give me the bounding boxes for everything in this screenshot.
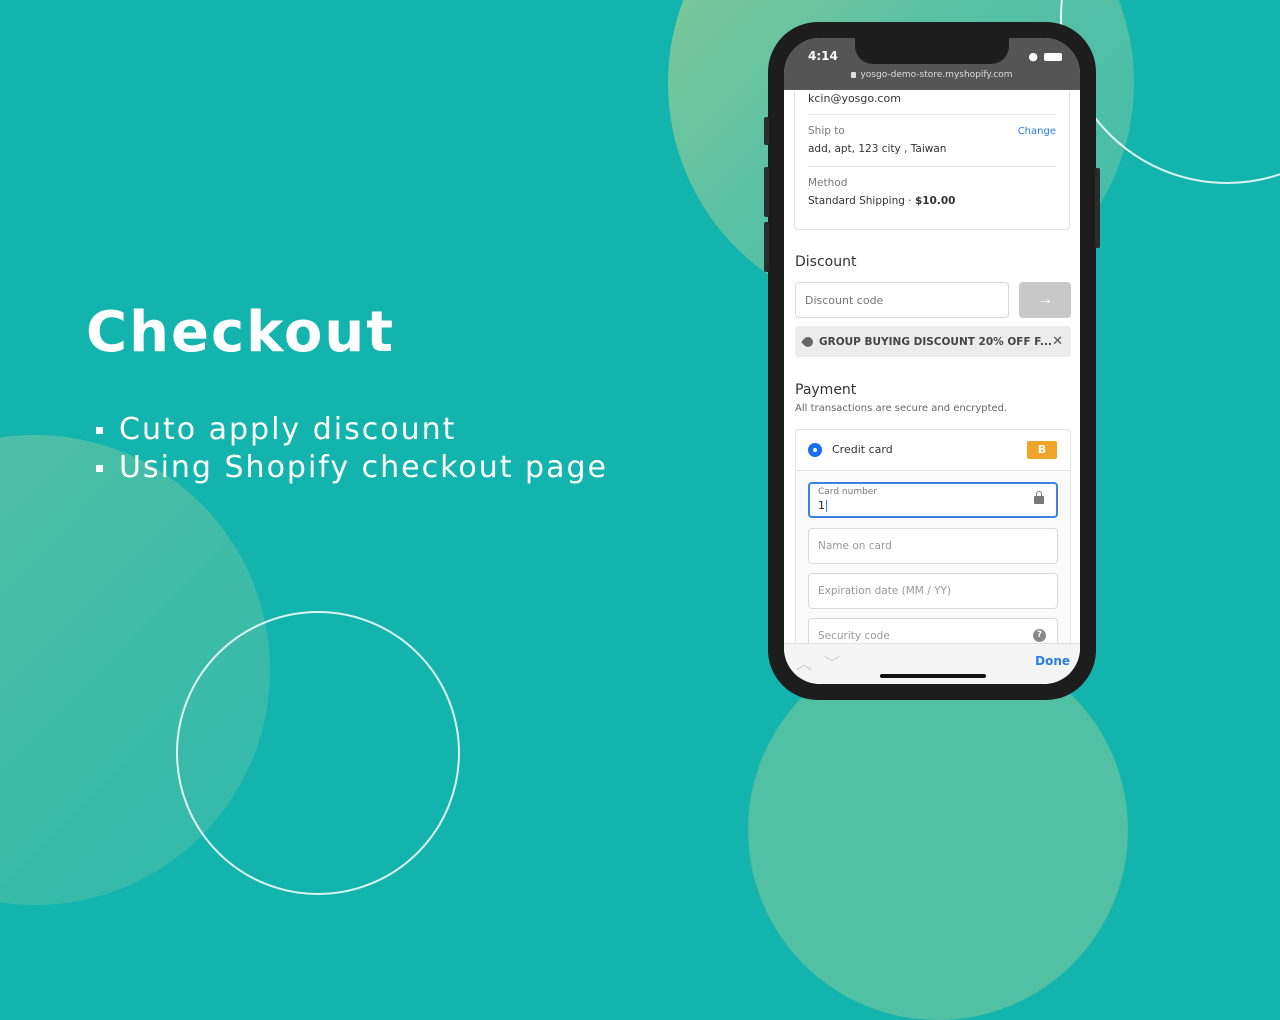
keyboard-accessory-bar: ︿ ﹀ Done (784, 643, 1080, 684)
decor-ring-bottom (176, 611, 460, 895)
method-label: Method (808, 177, 848, 189)
wifi-icon: ● (1028, 50, 1038, 63)
close-icon[interactable]: ✕ (1052, 334, 1063, 349)
applied-discount-code: GROUP BUYING DISCOUNT 20% OFF F... (819, 335, 1052, 348)
payment-title: Payment (795, 382, 857, 398)
tag-icon (800, 334, 816, 349)
phone-mockup: 4:14 ● yosgo-demo-store.myshopify.com kc… (764, 22, 1100, 700)
home-indicator (880, 674, 986, 678)
chevron-up-icon[interactable]: ︿ (796, 650, 812, 674)
arrow-right-icon: → (1037, 291, 1053, 308)
change-address-link[interactable]: Change (1018, 126, 1056, 137)
checkout-content: kcin@yosgo.com Ship to Change add, apt, … (784, 80, 1080, 684)
card-number-field[interactable]: Card number 1 (808, 482, 1058, 518)
lock-icon (851, 71, 857, 78)
applied-discount-tag: GROUP BUYING DISCOUNT 20% OFF F... ✕ (795, 326, 1071, 357)
feature-text: Using Shopify checkout page (119, 450, 608, 485)
url-text: yosgo-demo-store.myshopify.com (860, 70, 1013, 80)
discount-code-input[interactable] (795, 282, 1009, 318)
status-time: 4:14 (808, 49, 838, 63)
battery-icon (1044, 52, 1062, 61)
done-button[interactable]: Done (1035, 654, 1070, 668)
bullet-icon (96, 464, 103, 472)
review-card: kcin@yosgo.com Ship to Change add, apt, … (794, 80, 1070, 230)
feature-text: Cuto apply discount (119, 412, 457, 447)
lock-icon (1034, 491, 1044, 504)
power-button (1095, 168, 1100, 248)
method-value: Standard Shipping · $10.00 (808, 195, 956, 207)
hero-title: Checkout (86, 300, 395, 365)
card-brand-badge: B (1027, 441, 1057, 459)
help-icon[interactable]: ? (1033, 629, 1046, 642)
credit-card-label: Credit card (832, 443, 893, 456)
placeholder: Security code (818, 630, 890, 642)
discount-title: Discount (795, 254, 857, 270)
ship-to-label: Ship to (808, 125, 845, 137)
phone-screen: 4:14 ● yosgo-demo-store.myshopify.com kc… (784, 38, 1080, 684)
contact-email: kcin@yosgo.com (808, 92, 901, 105)
notch (855, 38, 1009, 64)
bullet-icon (96, 426, 103, 434)
feature-item: Cuto apply discount (96, 411, 608, 449)
credit-card-option[interactable]: Credit card B (796, 430, 1070, 471)
divider (808, 114, 1056, 115)
expiration-date-field[interactable]: Expiration date (MM / YY) (808, 573, 1058, 609)
card-number-value: 1 (818, 499, 827, 512)
shipping-price: $10.00 (914, 195, 956, 207)
placeholder: Expiration date (MM / YY) (818, 585, 951, 597)
feature-item: Using Shopify checkout page (96, 449, 608, 487)
hero-section: Checkout Cuto apply discount Using Shopi… (86, 300, 608, 487)
ship-to-value: add, apt, 123 city , Taiwan (808, 143, 947, 155)
name-on-card-field[interactable]: Name on card (808, 528, 1058, 564)
mute-switch (764, 117, 769, 145)
volume-up-button (764, 167, 769, 217)
address-bar[interactable]: yosgo-demo-store.myshopify.com (784, 70, 1080, 80)
radio-selected[interactable] (808, 443, 822, 457)
chevron-down-icon[interactable]: ﹀ (824, 650, 840, 674)
divider (808, 166, 1056, 167)
payment-subtitle: All transactions are secure and encrypte… (795, 403, 1008, 414)
apply-discount-button[interactable]: → (1019, 282, 1071, 318)
feature-list: Cuto apply discount Using Shopify checko… (96, 411, 608, 487)
volume-down-button (764, 222, 769, 272)
card-number-label: Card number (818, 487, 878, 497)
placeholder: Name on card (818, 540, 892, 552)
